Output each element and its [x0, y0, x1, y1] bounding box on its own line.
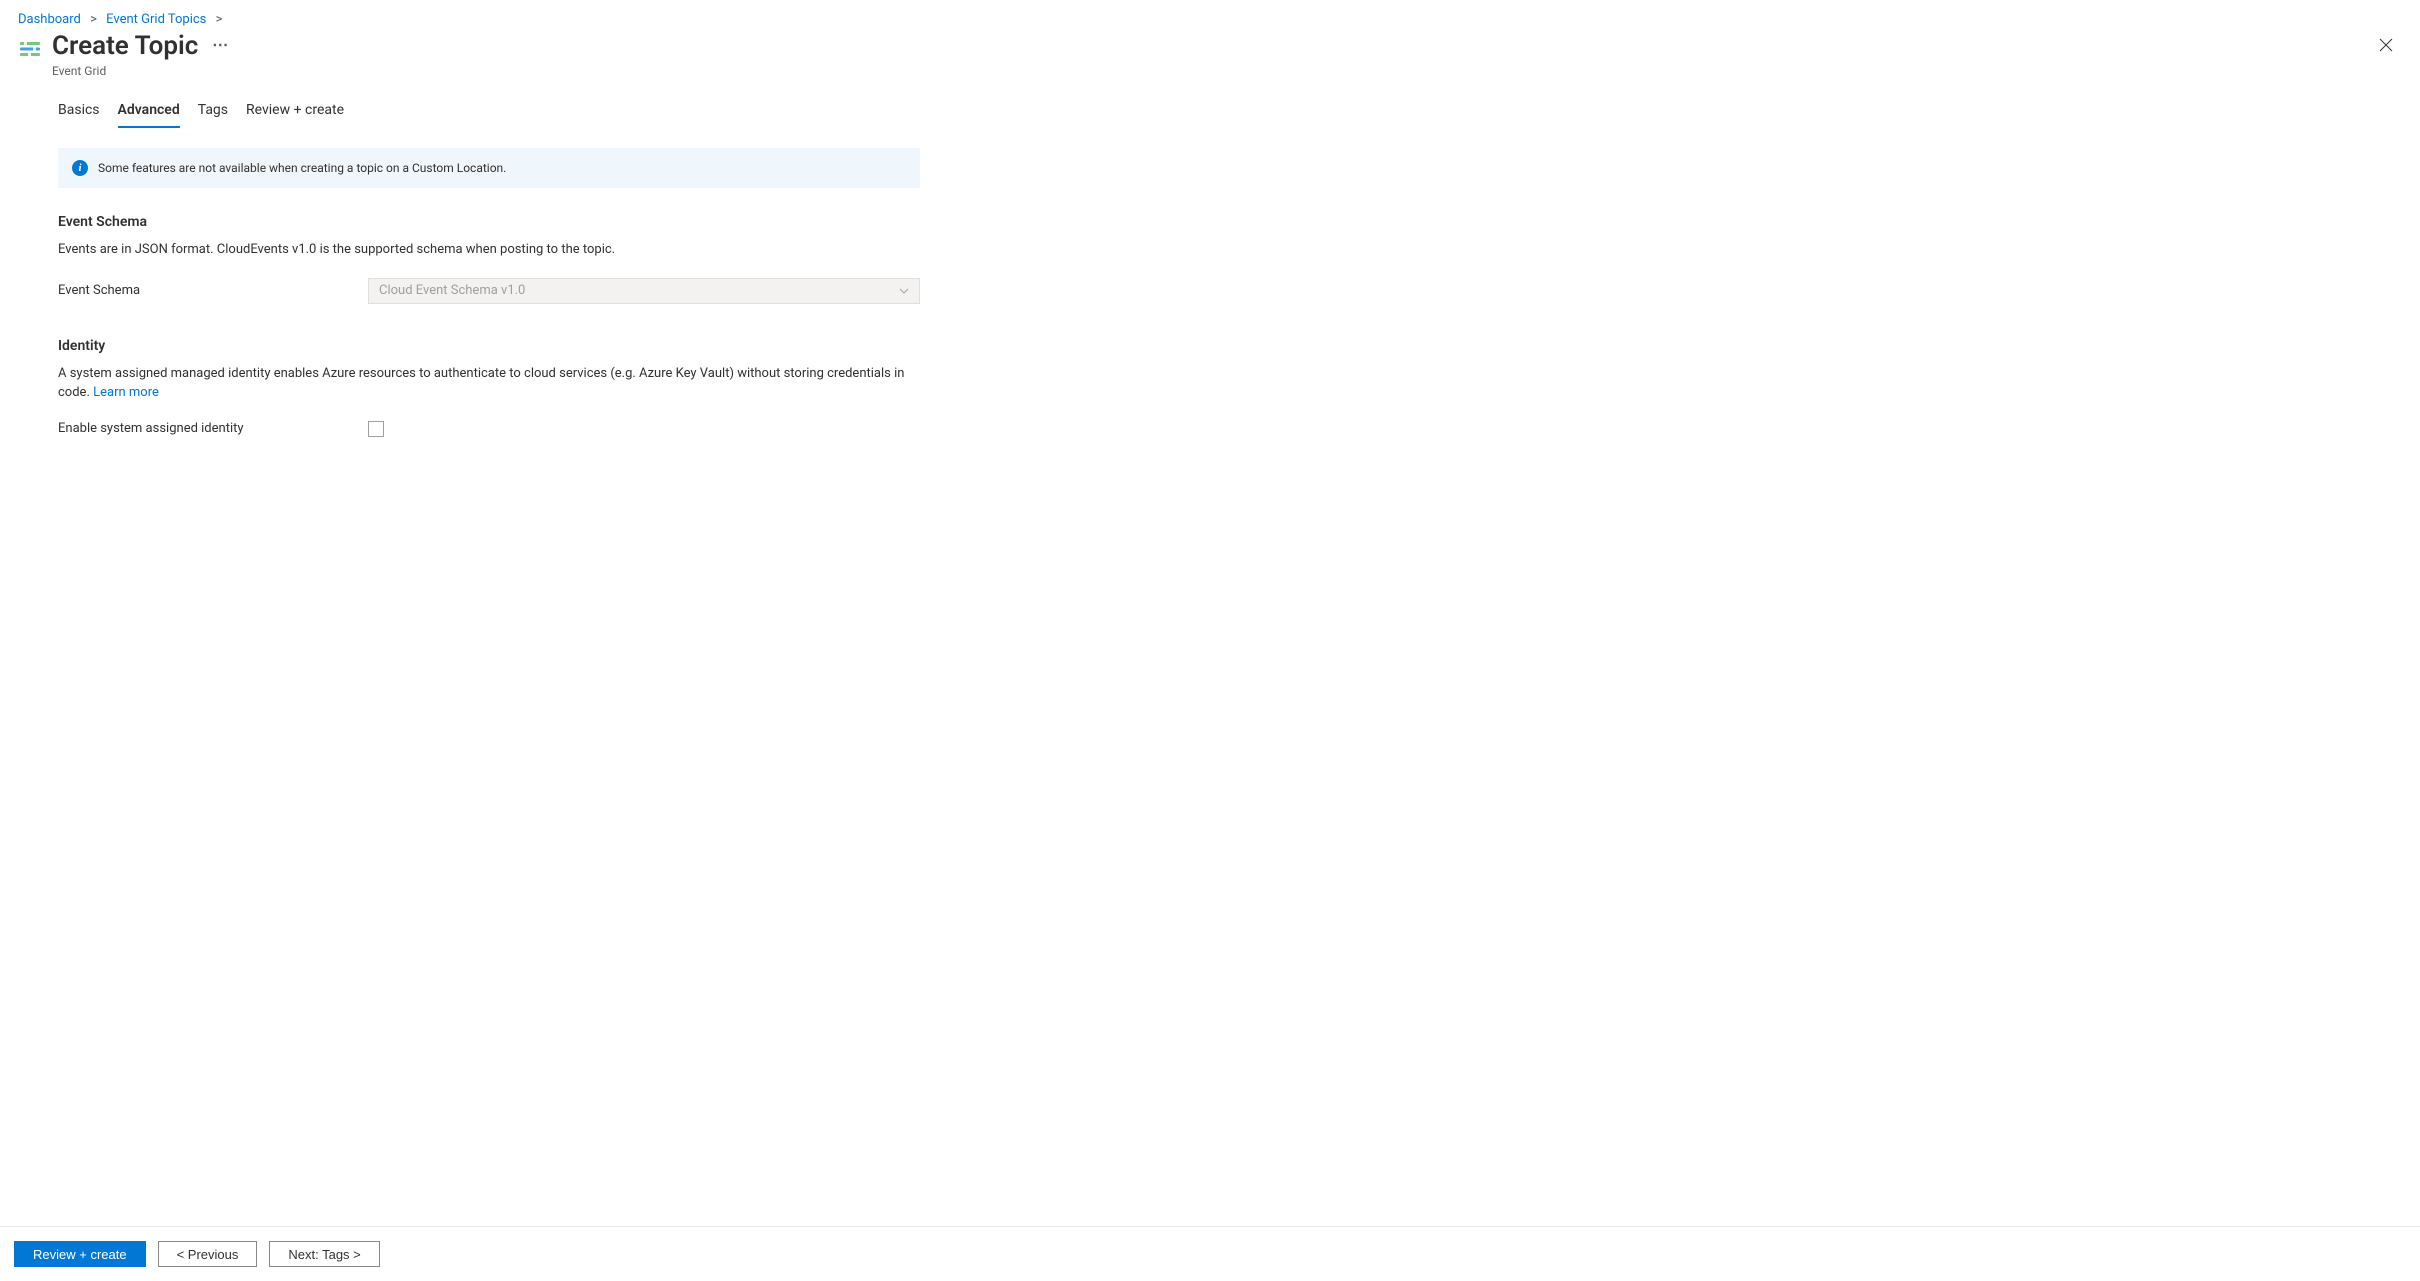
- tab-basics[interactable]: Basics: [58, 96, 100, 128]
- event-grid-topic-icon: [18, 37, 42, 61]
- previous-button[interactable]: < Previous: [158, 1241, 258, 1267]
- breadcrumb: Dashboard > Event Grid Topics >: [0, 0, 2420, 31]
- tab-advanced[interactable]: Advanced: [118, 96, 180, 128]
- checkbox-enable-identity[interactable]: [368, 421, 384, 437]
- more-actions-button[interactable]: ⋯: [212, 35, 229, 54]
- form-row-event-schema: Event Schema Cloud Event Schema v1.0: [58, 278, 922, 304]
- review-create-button[interactable]: Review + create: [14, 1241, 146, 1267]
- breadcrumb-link-event-grid-topics[interactable]: Event Grid Topics: [106, 12, 206, 27]
- tab-tags[interactable]: Tags: [198, 96, 228, 128]
- breadcrumb-link-dashboard[interactable]: Dashboard: [18, 12, 81, 27]
- label-event-schema: Event Schema: [58, 283, 368, 298]
- section-desc-identity: A system assigned managed identity enabl…: [58, 364, 918, 403]
- tab-content: i Some features are not available when c…: [0, 148, 980, 437]
- section-title-event-schema: Event Schema: [58, 214, 922, 230]
- footer-bar: Review + create < Previous Next: Tags >: [0, 1226, 2420, 1281]
- section-title-identity: Identity: [58, 338, 922, 354]
- learn-more-link[interactable]: Learn more: [93, 385, 159, 400]
- tab-review-create[interactable]: Review + create: [246, 96, 344, 128]
- next-button[interactable]: Next: Tags >: [269, 1241, 379, 1267]
- page-header: Create Topic ⋯ Event Grid: [0, 31, 2420, 96]
- info-icon: i: [72, 160, 88, 176]
- form-row-identity-checkbox: Enable system assigned identity: [58, 421, 922, 437]
- tabs: Basics Advanced Tags Review + create: [0, 96, 2420, 128]
- close-button[interactable]: [2376, 35, 2396, 55]
- select-event-schema: Cloud Event Schema v1.0: [368, 278, 920, 304]
- breadcrumb-separator: >: [90, 12, 97, 27]
- breadcrumb-separator: >: [216, 12, 223, 27]
- select-event-schema-value: Cloud Event Schema v1.0: [379, 283, 525, 298]
- info-banner-text: Some features are not available when cre…: [98, 161, 506, 175]
- info-banner: i Some features are not available when c…: [58, 148, 920, 188]
- chevron-down-icon: [899, 284, 909, 297]
- label-enable-identity: Enable system assigned identity: [58, 421, 368, 436]
- page-subtitle: Event Grid: [52, 64, 229, 78]
- section-desc-event-schema: Events are in JSON format. CloudEvents v…: [58, 240, 918, 260]
- page-title: Create Topic: [52, 31, 198, 62]
